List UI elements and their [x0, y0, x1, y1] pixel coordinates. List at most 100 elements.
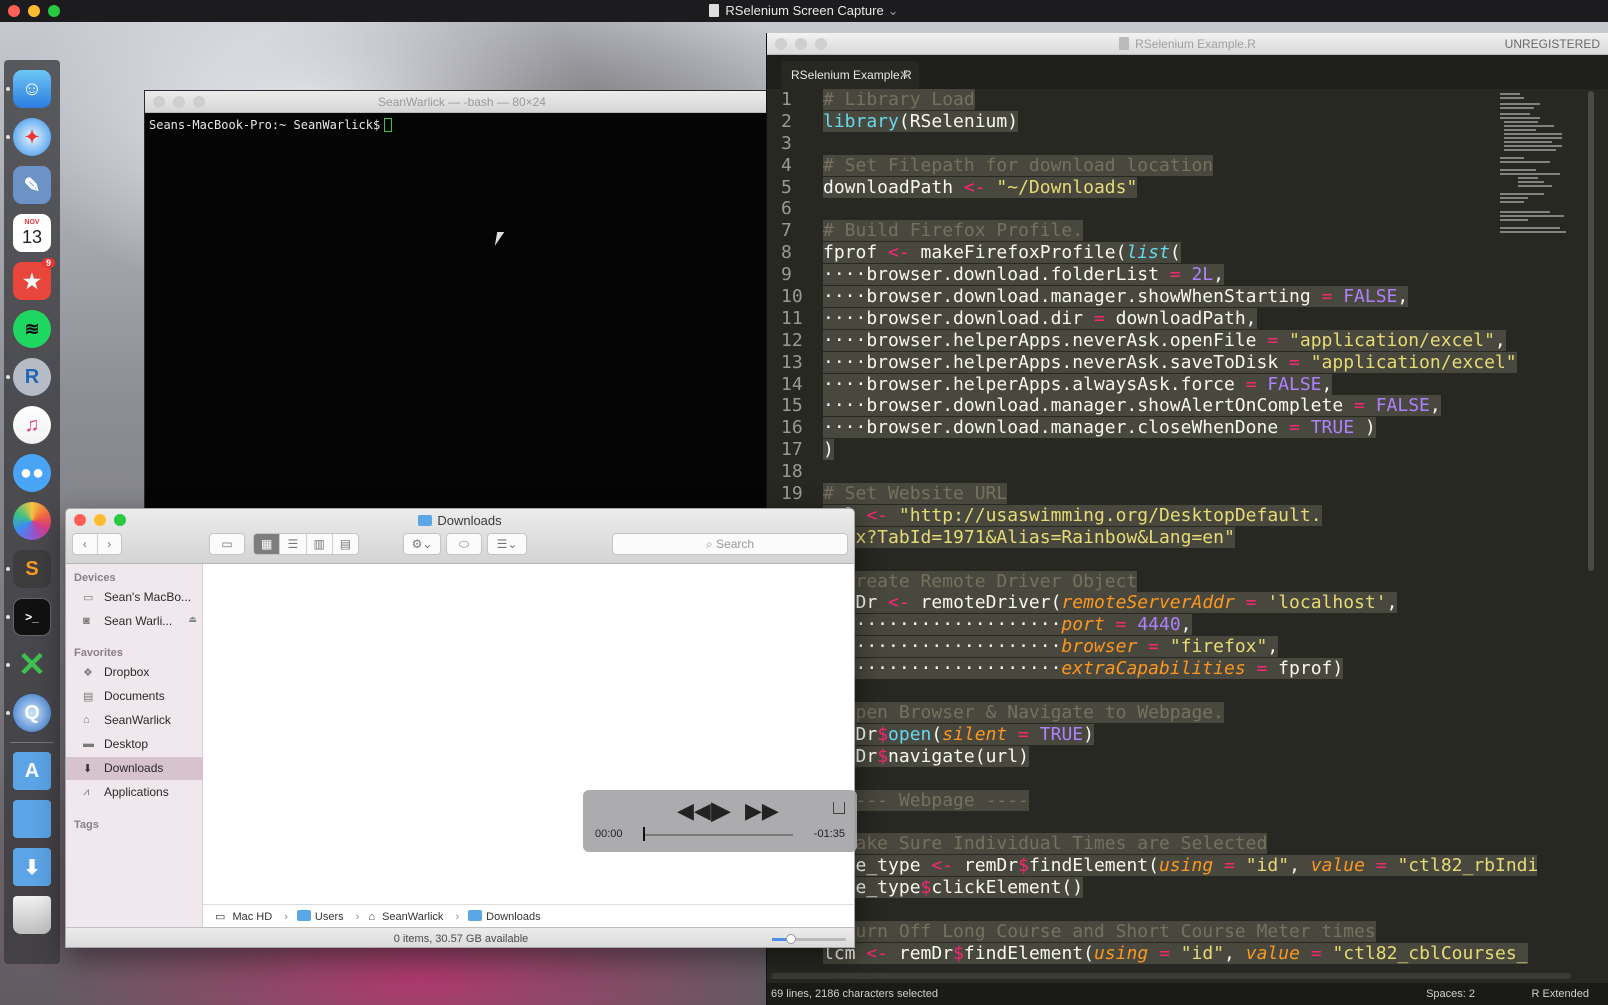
code-line[interactable]: # Set Website URL [823, 483, 1537, 505]
icon-size-slider[interactable] [772, 934, 846, 944]
code-line[interactable]: sche_type$clickElement() [823, 877, 1537, 899]
slider-knob[interactable] [785, 934, 796, 944]
code-line[interactable]: # Set Filepath for download location [823, 154, 1537, 177]
sublime-icon[interactable]: S [13, 550, 51, 588]
editor-vertical-scrollbar[interactable] [1588, 91, 1594, 571]
quicktime-icon[interactable]: Q [13, 694, 51, 732]
code-line[interactable]: # Turn Off Long Course and Short Course … [823, 920, 1537, 943]
spotify-icon[interactable]: ≋ [13, 310, 51, 348]
calendar-icon[interactable]: NOV 13 [13, 214, 51, 252]
preview-icon[interactable]: ✎ [13, 166, 51, 204]
path-item-home[interactable]: ⌂ SeanWarlick [368, 911, 447, 923]
code-line[interactable]: ····browser.helperApps.neverAsk.openFile… [823, 329, 1537, 352]
code-line[interactable]: ······················port = 4440, [823, 614, 1537, 636]
search-input[interactable]: ⌕ Search [612, 533, 848, 555]
sidebar-item-desktop[interactable]: ▬ Desktop [66, 733, 203, 756]
folder-icon[interactable] [13, 800, 51, 838]
code-line[interactable]: lcm <- remDr$findElement(using = "id", v… [823, 942, 1537, 965]
excel-icon[interactable]: ✕ [13, 646, 51, 684]
sidebar-item-dropbox[interactable]: ❖ Dropbox [66, 661, 203, 684]
itunes-icon[interactable]: ♫ [13, 406, 51, 444]
terminal-prompt[interactable]: Seans-MacBook-Pro:~ SeanWarlick$ [145, 113, 779, 137]
photos-icon[interactable] [13, 502, 51, 540]
code-line[interactable]: library(RSelenium) [823, 110, 1537, 133]
code-line[interactable] [823, 549, 1537, 571]
messages-icon[interactable]: ●● [13, 454, 51, 492]
appstore-folder-icon[interactable]: A [13, 752, 51, 790]
code-line[interactable] [823, 198, 1537, 220]
code-line[interactable]: ····browser.download.manager.showAlertOn… [823, 395, 1537, 417]
code-line[interactable] [823, 133, 1537, 155]
code-line[interactable]: url <- "http://usaswimming.org/DesktopDe… [823, 504, 1537, 527]
path-folder-button[interactable]: ▭ [209, 533, 245, 555]
progress-track[interactable] [643, 834, 793, 836]
list-view-button[interactable]: ☰ [280, 534, 307, 554]
syntax-setting[interactable]: R Extended [1532, 988, 1589, 1000]
code-line[interactable]: # ---- Webpage ---- [823, 789, 1537, 812]
trash-icon[interactable] [13, 896, 51, 934]
terminal-window[interactable]: SeanWarlick — -bash — 80×24 Seans-MacBoo… [144, 90, 780, 510]
media-controller[interactable]: ◀◀ ▶ ▶▶ 00:00 -01:35 [583, 790, 857, 852]
forward-button[interactable]: › [98, 534, 122, 554]
path-item-mac-hd[interactable]: ▭ Mac HD [215, 911, 276, 923]
finder-content-area[interactable] [203, 564, 854, 904]
code-line[interactable]: ······················extraCapabilities … [823, 658, 1537, 680]
code-line[interactable] [823, 680, 1537, 702]
eject-icon[interactable]: ⏏ [188, 614, 197, 625]
code-line[interactable]: ····browser.download.manager.closeWhenDo… [823, 417, 1537, 439]
code-line[interactable]: sche_type <- remDr$findElement(using = "… [823, 855, 1537, 877]
tab-rselenium-example[interactable]: RSelenium Example.R ✕ [781, 61, 919, 89]
code-line[interactable]: ····browser.helperApps.neverAsk.saveToDi… [823, 351, 1537, 374]
code-line[interactable]: # Open Browser & Navigate to Webpage. [823, 701, 1537, 724]
code-line[interactable]: remDr$navigate(url) [823, 745, 1537, 768]
fast-forward-button[interactable]: ▶▶ [745, 798, 779, 824]
path-item-users[interactable]: Users [296, 910, 348, 923]
safari-icon[interactable]: ✦ [13, 118, 51, 156]
code-lines[interactable]: # Library Load library(RSelenium) # Set Fi… [823, 89, 1537, 965]
share-icon[interactable] [833, 802, 845, 814]
playhead[interactable] [643, 827, 645, 841]
finder-toolbar[interactable]: Downloads ‹ › ▭ ▦ ☰ ▥ ▤ ⚙⌄ ⬭ ☰⌄ ⌕ Search [66, 509, 854, 564]
back-button[interactable]: ‹ [73, 534, 98, 554]
news-icon[interactable]: ★ 9 [13, 258, 55, 300]
code-line[interactable] [823, 811, 1537, 833]
code-line[interactable]: # Make Sure Individual Times are Selecte… [823, 833, 1537, 855]
code-line[interactable]: remDr <- remoteDriver(remoteServerAddr =… [823, 592, 1537, 614]
play-button[interactable]: ▶ [711, 795, 731, 826]
sidebar-item-macbook[interactable]: ▭ Sean's MacBo... [66, 586, 203, 609]
code-line[interactable]: fprof <- makeFirefoxProfile(list( [823, 242, 1537, 264]
finder-window[interactable]: Downloads ‹ › ▭ ▦ ☰ ▥ ▤ ⚙⌄ ⬭ ☰⌄ ⌕ Search… [65, 508, 855, 948]
sidebar-item-home[interactable]: ⌂ SeanWarlick [66, 709, 203, 732]
editor-window[interactable]: RSelenium Example.R UNREGISTERED RSeleni… [766, 33, 1608, 1005]
code-line[interactable]: ····browser.download.folderList = 2L, [823, 264, 1537, 286]
indentation-setting[interactable]: Spaces: 2 [1426, 988, 1475, 1000]
chevron-down-icon[interactable]: ⌄ [888, 3, 899, 18]
finder-icon[interactable]: ☺ [13, 70, 51, 108]
tags-button[interactable]: ⬭ [446, 533, 482, 555]
code-line[interactable] [823, 768, 1537, 790]
minimap[interactable] [1498, 89, 1568, 269]
code-line[interactable] [823, 899, 1537, 921]
sidebar-item-applications[interactable]: ⩘ Applications [66, 781, 203, 804]
code-area[interactable]: 1234567891011121314151617181920212223242… [767, 89, 1537, 979]
code-line[interactable]: downloadPath <- "~/Downloads" [823, 176, 1537, 199]
rewind-button[interactable]: ◀◀ [677, 798, 711, 824]
code-line[interactable]: ····browser.download.dir = downloadPath, [823, 307, 1537, 330]
terminal-title-bar[interactable]: SeanWarlick — -bash — 80×24 [145, 91, 779, 113]
column-view-button[interactable]: ▥ [307, 534, 333, 554]
code-line[interactable]: ) [823, 439, 1537, 461]
terminal-icon[interactable]: >_ [13, 598, 51, 636]
code-line[interactable]: ····browser.helperApps.alwaysAsk.force =… [823, 373, 1537, 396]
sidebar-item-sean-warlick-disk[interactable]: ◙ Sean Warli... ⏏ [66, 610, 203, 633]
sidebar-item-downloads[interactable]: ⬇ Downloads [66, 757, 203, 780]
code-line[interactable] [823, 461, 1537, 483]
arrange-menu-button[interactable]: ☰⌄ [487, 533, 527, 555]
code-line[interactable]: # Library Load [823, 89, 1537, 111]
editor-horizontal-scrollbar[interactable] [771, 973, 1571, 979]
close-icon[interactable]: ✕ [899, 68, 909, 82]
code-line[interactable]: remDr$open(silent = TRUE) [823, 723, 1537, 746]
action-menu-button[interactable]: ⚙⌄ [403, 533, 441, 555]
cover-flow-button[interactable]: ▤ [333, 534, 358, 554]
code-line[interactable]: aspx?TabId=1971&Alias=Rainbow&Lang=en" [823, 526, 1537, 549]
sidebar-item-documents[interactable]: ▤ Documents [66, 685, 203, 708]
